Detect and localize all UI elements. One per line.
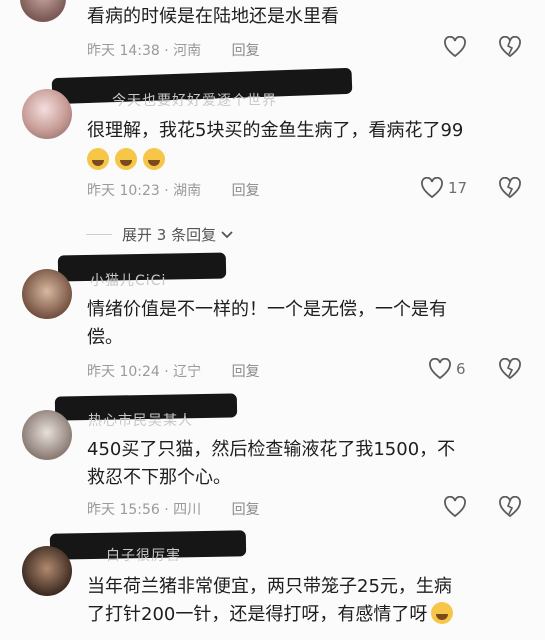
avatar[interactable] (22, 410, 72, 460)
comment-text-line: 当年荷兰猪非常便宜，两只带笼子25元，生病 (87, 576, 452, 597)
heart-outline-icon (428, 358, 452, 380)
chevron-down-icon (220, 230, 234, 240)
reply-button[interactable]: 回复 (232, 43, 260, 59)
dislike-button[interactable] (498, 36, 522, 58)
comment-text: 很理解，我花5块买的金鱼生病了，看病花了99 (87, 117, 463, 175)
broken-heart-icon (498, 496, 522, 518)
broken-heart-icon (498, 177, 522, 199)
heart-outline-icon (420, 177, 444, 199)
crying-laughing-emoji-icon (431, 602, 454, 624)
reply-button[interactable]: 回复 (232, 502, 260, 518)
dislike-button[interactable] (498, 358, 522, 380)
like-button[interactable]: 6 (428, 358, 466, 380)
avatar[interactable] (22, 89, 72, 139)
comment-meta: 昨天 10:24 · 辽宁 回复 (87, 364, 260, 380)
comment-meta: 昨天 15:56 · 四川 回复 (87, 502, 260, 518)
crying-laughing-emoji-icon (87, 148, 109, 170)
comment-text-content: 了打针200一针，还是得打呀，有感情了呀 (87, 604, 428, 625)
heart-outline-icon (443, 496, 467, 518)
dislike-button[interactable] (498, 177, 522, 199)
comment-text-line: 偿。 (87, 327, 123, 348)
expand-replies-label: 展开 3 条回复 (122, 226, 217, 244)
username[interactable]: 小猫儿CiCi (90, 270, 166, 290)
username[interactable]: 白子很厉害 (106, 545, 181, 565)
heart-outline-icon (443, 36, 467, 58)
comment-text: 450买了只猫，然后检查输液花了我1500，不 救忍不下那个心。 (87, 436, 455, 492)
comment-location: 辽宁 (173, 364, 202, 380)
comment-text-line: 了打针200一针，还是得打呀，有感情了呀 (87, 601, 459, 629)
broken-heart-icon (498, 358, 522, 380)
avatar[interactable] (22, 546, 72, 596)
reply-button[interactable]: 回复 (232, 183, 260, 199)
like-button[interactable] (443, 36, 467, 58)
like-count: 17 (448, 179, 468, 197)
avatar[interactable] (20, 0, 66, 22)
comment-time: 昨天 10:23 (87, 183, 160, 199)
comment-text-line: 情绪价值是不一样的！一个是无偿，一个是有 (87, 299, 447, 320)
comment-meta: 昨天 10:23 · 湖南 回复 (87, 183, 260, 199)
comment-text-content: 很理解，我花5块买的金鱼生病了，看病花了99 (87, 120, 464, 141)
comment-time: 昨天 10:24 (87, 364, 160, 380)
broken-heart-icon (498, 36, 522, 58)
like-button[interactable] (443, 496, 467, 518)
comment-location: 湖南 (173, 183, 202, 199)
comment-location: 河南 (173, 43, 202, 59)
dislike-button[interactable] (498, 496, 522, 518)
crying-laughing-emoji-icon (115, 148, 137, 170)
expand-replies-button[interactable]: 展开 3 条回复 (86, 224, 234, 245)
emoji-row (87, 147, 463, 175)
crying-laughing-emoji-icon (143, 148, 165, 170)
comment-text: 看病的时候是在陆地还是水里看 (87, 6, 339, 27)
comment-location: 四川 (173, 502, 202, 518)
comment-text-line: 450买了只猫，然后检查输液花了我1500，不 (87, 439, 456, 460)
comment-text: 情绪价值是不一样的！一个是无偿，一个是有 偿。 (87, 296, 447, 352)
username[interactable]: 今天也要好好爱逐个世界 (112, 90, 277, 110)
comment-time: 昨天 14:38 (87, 43, 160, 59)
comment-time: 昨天 15:56 (87, 502, 160, 518)
comment-text: 当年荷兰猪非常便宜，两只带笼子25元，生病 了打针200一针，还是得打呀，有感情… (87, 573, 459, 629)
divider (86, 234, 112, 235)
comment-meta: 昨天 14:38 · 河南 回复 (87, 43, 260, 59)
like-button[interactable]: 17 (420, 177, 467, 199)
username[interactable]: 热心市民吴某人 (88, 410, 193, 430)
comment-text-line: 救忍不下那个心。 (87, 467, 231, 488)
like-count: 6 (456, 360, 466, 378)
avatar[interactable] (22, 269, 72, 319)
reply-button[interactable]: 回复 (232, 364, 260, 380)
